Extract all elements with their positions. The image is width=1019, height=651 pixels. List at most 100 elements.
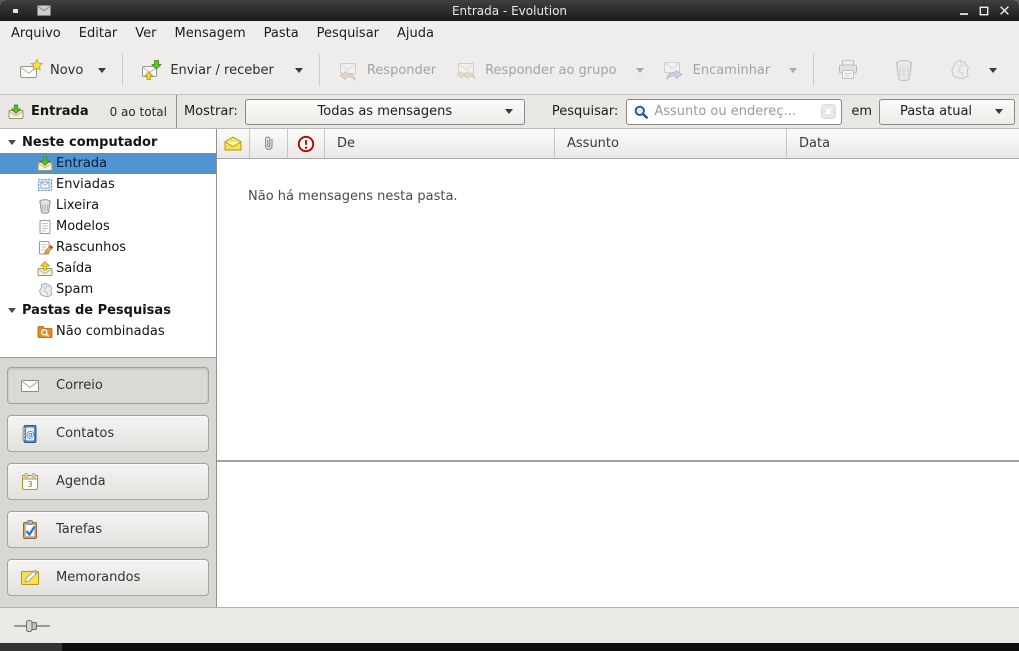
new-button[interactable]: Novo — [10, 52, 115, 88]
column-date[interactable]: Data — [787, 129, 1019, 158]
column-subject[interactable]: Assunto — [555, 129, 787, 158]
toolbar-separator — [122, 54, 123, 86]
menu-mensagem[interactable]: Mensagem — [166, 23, 255, 44]
reply-group-icon — [454, 58, 478, 82]
toolbar-overflow-icon — [989, 68, 997, 73]
reply-label: Responder — [367, 63, 436, 78]
send-receive-label: Enviar / receber — [170, 63, 274, 78]
switcher-agenda-button[interactable]: 3 Agenda — [7, 463, 209, 500]
window-controls — [957, 0, 1011, 21]
switcher-label: Contatos — [56, 426, 114, 441]
folder-group-label: Pastas de Pesquisas — [22, 303, 171, 318]
desktop-edge-segment — [0, 643, 62, 651]
folder-lixeira[interactable]: Lixeira — [0, 195, 216, 216]
outbox-icon — [37, 261, 53, 277]
reply-group-dropdown-arrow-icon[interactable] — [636, 68, 644, 73]
folder-saida[interactable]: Saída — [0, 258, 216, 279]
search-input[interactable] — [654, 104, 816, 119]
menu-pesquisar[interactable]: Pesquisar — [308, 23, 388, 44]
toolbar-overflow-button[interactable] — [983, 62, 1003, 79]
switcher-contatos-button[interactable]: @ Contatos — [7, 415, 209, 452]
folder-group-pastas-de-pesquisas[interactable]: Pastas de Pesquisas — [0, 300, 216, 321]
titlebar[interactable]: Entrada - Evolution — [0, 0, 1019, 21]
inbox-icon — [8, 104, 24, 120]
column-attachment[interactable] — [250, 129, 288, 158]
in-label: em — [851, 104, 872, 119]
window-title: Entrada - Evolution — [0, 4, 1019, 18]
window-body: Neste computador Entrada Enviadas Lixeir… — [0, 129, 1019, 607]
folder-enviadas[interactable]: Enviadas — [0, 174, 216, 195]
calendar-icon: 3 — [19, 471, 41, 493]
menu-editar[interactable]: Editar — [70, 23, 127, 44]
search-box[interactable] — [626, 99, 842, 125]
column-mail-status[interactable] — [217, 129, 250, 158]
switcher-correio-button[interactable]: Correio — [7, 367, 209, 404]
forward-label: Encaminhar — [693, 63, 771, 78]
folder-spam[interactable]: Spam — [0, 279, 216, 300]
folder-label: Enviadas — [56, 177, 115, 192]
folder-label: Rascunhos — [56, 240, 126, 255]
column-priority[interactable] — [288, 129, 325, 158]
send-receive-button[interactable]: Enviar / receber — [130, 52, 312, 88]
expander-icon[interactable] — [8, 308, 16, 313]
sidebar: Neste computador Entrada Enviadas Lixeir… — [0, 129, 217, 607]
forward-dropdown-arrow-icon[interactable] — [789, 68, 797, 73]
close-icon[interactable] — [997, 4, 1011, 18]
forward-button[interactable]: Encaminhar — [653, 52, 807, 88]
filter-controls: Mostrar: Todas as mensagens Pesquisar: e… — [177, 95, 1019, 128]
maximize-icon[interactable] — [977, 4, 991, 18]
current-folder-header: Entrada 0 ao total — [0, 95, 177, 128]
message-list[interactable]: Não há mensagens nesta pasta. — [217, 159, 1019, 460]
switcher-label: Memorandos — [56, 570, 140, 585]
menu-ver[interactable]: Ver — [126, 23, 165, 44]
folder-modelos[interactable]: Modelos — [0, 216, 216, 237]
expander-icon[interactable] — [8, 140, 16, 145]
online-status-plug-icon[interactable] — [13, 619, 51, 633]
folder-label: Entrada — [56, 156, 107, 171]
print-button[interactable] — [829, 52, 867, 88]
switcher-memorandos-button[interactable]: Memorandos — [7, 559, 209, 596]
toolbar: Novo Enviar / receber Responder Responde… — [0, 46, 1019, 95]
show-dropdown-arrow-icon — [505, 109, 513, 114]
mail-status-icon — [224, 136, 242, 151]
tasks-icon — [19, 519, 41, 541]
message-list-pane: De Assunto Data Não há mensagens nesta p… — [217, 129, 1019, 607]
delete-button[interactable] — [885, 52, 923, 88]
contacts-icon: @ — [19, 423, 41, 445]
show-filter-dropdown[interactable]: Todas as mensagens — [245, 99, 525, 125]
search-icon[interactable] — [633, 104, 649, 120]
menu-ajuda[interactable]: Ajuda — [388, 23, 443, 44]
folder-group-label: Neste computador — [22, 135, 157, 150]
menu-pasta[interactable]: Pasta — [255, 23, 308, 44]
toolbar-separator — [319, 54, 320, 86]
folder-group-neste-computador[interactable]: Neste computador — [0, 132, 216, 153]
folder-tree: Neste computador Entrada Enviadas Lixeir… — [0, 129, 216, 358]
folder-entrada[interactable]: Entrada — [0, 153, 216, 174]
clear-search-icon[interactable] — [821, 104, 836, 119]
menu-bar: Arquivo Editar Ver Mensagem Pasta Pesqui… — [0, 21, 1019, 46]
search-folder-icon — [37, 324, 53, 340]
message-list-header: De Assunto Data — [217, 129, 1019, 159]
titlebar-marker-icon — [13, 8, 19, 14]
minimize-icon[interactable] — [957, 4, 971, 18]
switcher-tarefas-button[interactable]: Tarefas — [7, 511, 209, 548]
column-from[interactable]: De — [325, 129, 555, 158]
forward-icon — [662, 58, 686, 82]
trash-icon — [37, 198, 53, 214]
send-receive-dropdown-arrow-icon[interactable] — [295, 68, 303, 73]
folder-rascunhos[interactable]: Rascunhos — [0, 237, 216, 258]
evolution-window: Entrada - Evolution Arquivo Editar Ver M… — [0, 0, 1019, 651]
junk-button[interactable] — [941, 52, 979, 88]
reply-group-button[interactable]: Responder ao grupo — [445, 52, 653, 88]
message-count: 0 ao total — [110, 105, 167, 119]
new-mail-icon — [19, 58, 43, 82]
search-scope-value: Pasta atual — [900, 104, 972, 119]
menu-arquivo[interactable]: Arquivo — [2, 23, 70, 44]
status-bar — [0, 607, 1019, 643]
empty-folder-message: Não há mensagens nesta pasta. — [217, 159, 1019, 204]
folder-nao-combinadas[interactable]: Não combinadas — [0, 321, 216, 342]
reply-button[interactable]: Responder — [327, 52, 445, 88]
new-dropdown-arrow-icon[interactable] — [98, 68, 106, 73]
show-label: Mostrar: — [184, 104, 238, 119]
search-scope-dropdown[interactable]: Pasta atual — [879, 99, 1015, 125]
